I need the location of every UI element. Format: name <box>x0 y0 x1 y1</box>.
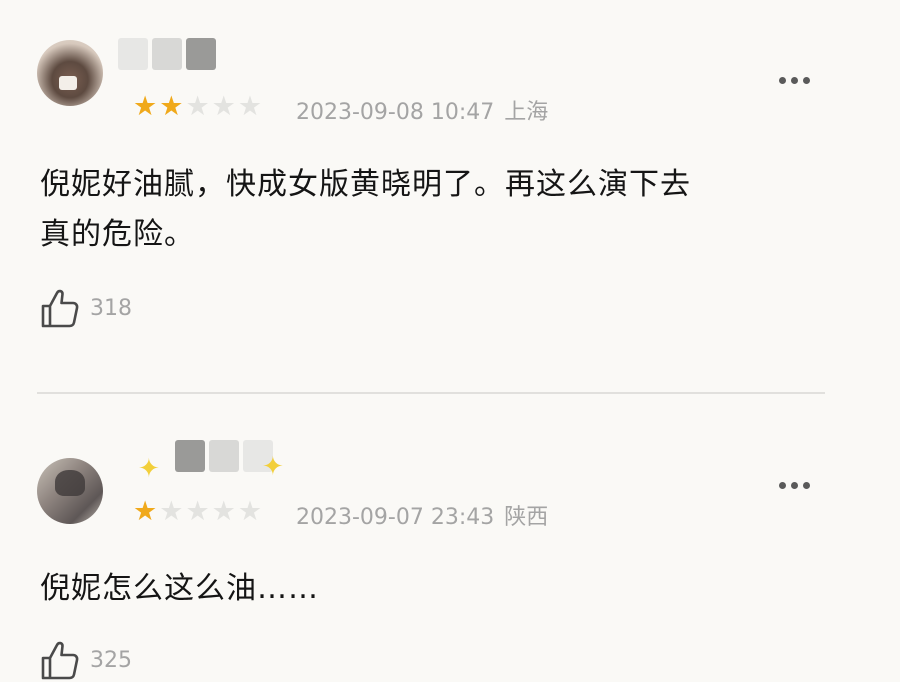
blur-block <box>186 38 216 70</box>
thumbs-up-icon <box>41 289 79 328</box>
review-location: 上海 <box>504 100 549 125</box>
review-content: 倪妮好油腻，快成女版黄晓明了。再这么演下去 真的危险。 <box>40 160 840 260</box>
sparkle-icon: ✦ <box>138 454 160 484</box>
more-icon[interactable] <box>779 77 810 84</box>
username-blurred[interactable] <box>118 38 216 74</box>
sparkle-icon: ✦ <box>262 452 284 482</box>
avatar[interactable] <box>37 458 103 524</box>
like-count: 325 <box>90 647 132 673</box>
review-location: 陕西 <box>504 505 549 530</box>
star-icon: ★ <box>211 91 236 122</box>
more-dot <box>779 77 786 84</box>
more-icon[interactable] <box>779 482 810 489</box>
blur-block <box>152 38 182 70</box>
star-icon: ★ <box>133 496 158 527</box>
thumbs-up-icon <box>41 641 79 680</box>
star-icon: ★ <box>211 496 236 527</box>
review-meta: 2023-09-07 23:43 陕西 <box>296 499 548 531</box>
star-icon: ★ <box>185 91 210 122</box>
more-dot <box>791 482 798 489</box>
review-card: ✦ ✦ ★ ★ ★ ★ ★ 2023-09-07 23:43 陕西 倪妮怎么这么油… <box>0 394 900 682</box>
review-date: 2023-09-07 23:43 <box>296 505 495 530</box>
avatar[interactable] <box>37 40 103 106</box>
review-content: 倪妮怎么这么油…… <box>40 564 840 614</box>
review-date: 2023-09-08 10:47 <box>296 100 495 125</box>
blur-block <box>209 440 239 472</box>
star-icon: ★ <box>237 91 263 122</box>
more-dot <box>791 77 798 84</box>
more-dot <box>803 77 810 84</box>
star-icon: ★ <box>237 496 263 527</box>
like-button[interactable]: 325 <box>40 639 132 681</box>
username-blurred[interactable] <box>175 440 273 476</box>
review-meta: 2023-09-08 10:47 上海 <box>296 94 548 126</box>
like-count: 318 <box>90 295 132 321</box>
star-icon: ★ <box>133 91 158 122</box>
rating-stars: ★ ★ ★ ★ ★ <box>133 93 262 120</box>
more-dot <box>803 482 810 489</box>
review-content-line: 倪妮怎么这么油…… <box>40 571 319 606</box>
like-button[interactable]: 318 <box>40 287 132 329</box>
review-content-line: 倪妮好油腻，快成女版黄晓明了。再这么演下去 <box>40 167 691 202</box>
blur-block <box>175 440 205 472</box>
rating-stars: ★ ★ ★ ★ ★ <box>133 498 262 525</box>
star-icon: ★ <box>159 91 184 122</box>
review-card: ★ ★ ★ ★ ★ 2023-09-08 10:47 上海 倪妮好油腻，快成女版黄… <box>0 0 900 392</box>
review-content-line: 真的危险。 <box>40 217 195 252</box>
star-icon: ★ <box>185 496 210 527</box>
more-dot <box>779 482 786 489</box>
blur-block <box>118 38 148 70</box>
star-icon: ★ <box>159 496 184 527</box>
